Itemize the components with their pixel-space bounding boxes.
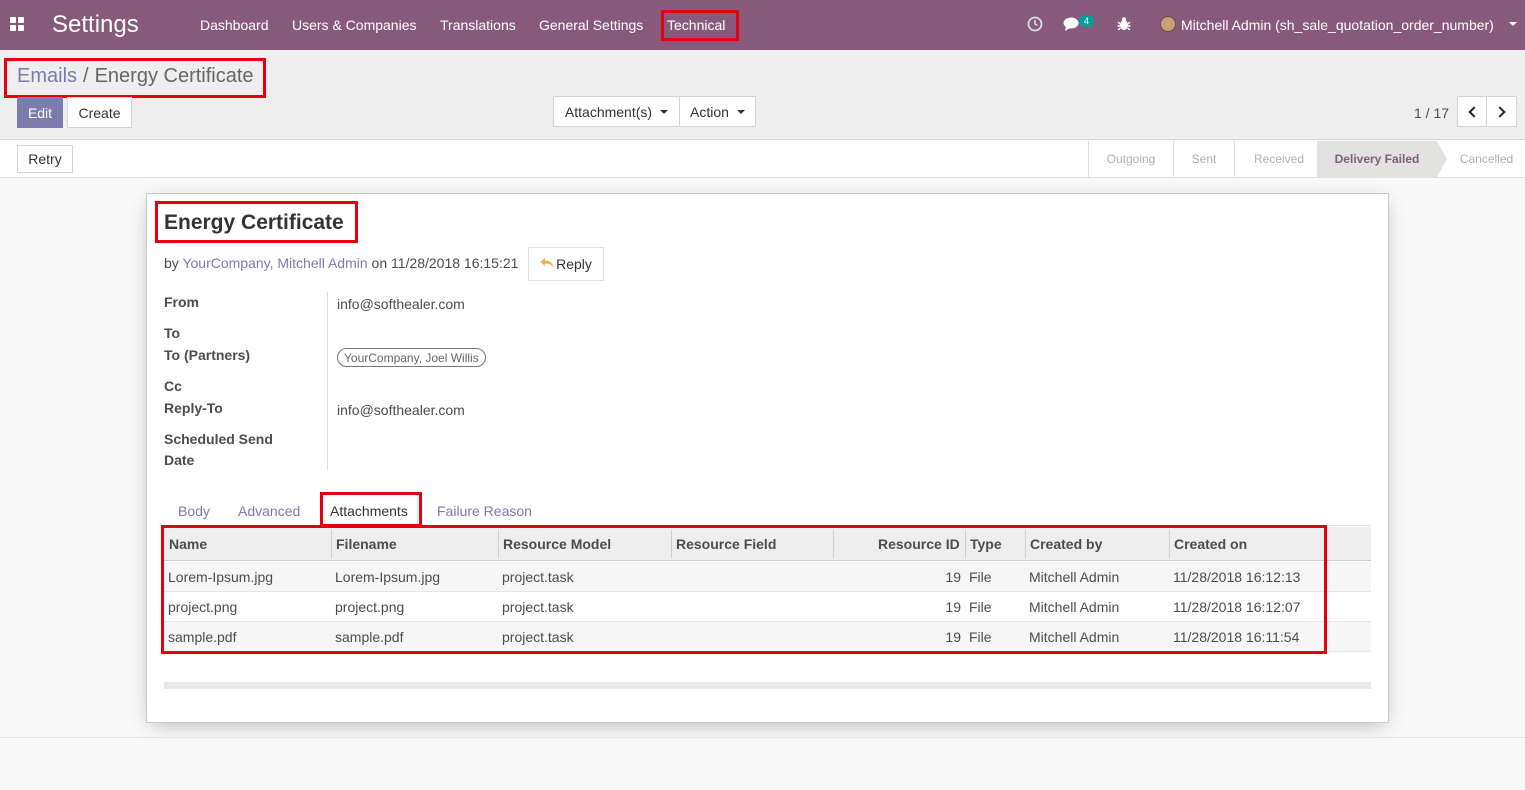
menu-general-settings[interactable]: General Settings xyxy=(539,17,643,33)
caret-down-icon xyxy=(736,109,745,114)
column-header-resource-model[interactable]: Resource Model xyxy=(503,536,611,552)
reply-to-value: info@softhealer.com xyxy=(337,402,465,418)
cell-resource-model: project.task xyxy=(502,629,574,645)
reply-button[interactable]: Reply xyxy=(528,247,604,281)
cell-created-on: 11/28/2018 16:11:54 xyxy=(1173,629,1300,645)
technical-highlight-box xyxy=(661,10,739,41)
cell-type: File xyxy=(969,569,992,585)
status-sent[interactable]: Sent xyxy=(1174,141,1234,177)
status-delivery-failed[interactable]: Delivery Failed xyxy=(1317,141,1437,177)
cell-created-by: Mitchell Admin xyxy=(1029,569,1120,585)
edit-button[interactable]: Edit xyxy=(17,97,63,128)
chevron-left-icon xyxy=(1467,105,1480,118)
user-menu[interactable]: Mitchell Admin (sh_sale_quotation_order_… xyxy=(1181,17,1494,33)
cell-created-by: Mitchell Admin xyxy=(1029,599,1120,615)
column-header-filename[interactable]: Filename xyxy=(336,536,397,552)
column-header-created-on[interactable]: Created on xyxy=(1174,536,1247,552)
action-dropdown-label: Action xyxy=(690,103,729,120)
from-label: From xyxy=(164,294,199,310)
chevron-right-icon xyxy=(1494,105,1506,118)
attachments-table-footer xyxy=(164,682,1371,689)
scheduled-date-label-line2: Date xyxy=(164,452,195,468)
column-header-resource-field[interactable]: Resource Field xyxy=(676,536,776,552)
messages-count-badge: 4 xyxy=(1079,15,1095,27)
pager-value[interactable]: 1 / 17 xyxy=(1414,105,1449,121)
cell-name: Lorem-Ipsum.jpg xyxy=(168,569,274,585)
cell-type: File xyxy=(969,629,992,645)
user-menu-caret-icon[interactable] xyxy=(1509,22,1517,26)
create-button[interactable]: Create xyxy=(67,97,132,128)
status-cancelled[interactable]: Cancelled xyxy=(1448,141,1525,177)
top-navbar: Settings Dashboard Users & Companies Tra… xyxy=(0,0,1525,50)
form-statusbar: Retry Outgoing Sent Received Delivery Fa… xyxy=(0,141,1525,178)
attachments-dropdown[interactable]: Attachment(s) xyxy=(553,96,680,127)
column-header-resource-id[interactable]: Resource ID xyxy=(878,536,960,552)
app-title: Settings xyxy=(52,11,139,38)
cell-filename: sample.pdf xyxy=(335,629,404,645)
menu-users-companies[interactable]: Users & Companies xyxy=(292,17,417,33)
breadcrumb-highlight-box xyxy=(4,58,266,98)
email-subject-title: Energy Certificate xyxy=(164,211,344,234)
cell-resource-id: 19 xyxy=(945,629,961,645)
from-value: info@softhealer.com xyxy=(337,296,465,312)
cell-resource-id: 19 xyxy=(945,599,961,615)
partner-tag[interactable]: YourCompany, Joel Willis xyxy=(337,348,486,367)
cell-type: File xyxy=(969,599,992,615)
pager-previous-button[interactable] xyxy=(1457,96,1487,127)
activity-clock-icon[interactable] xyxy=(1027,16,1043,36)
tab-body[interactable]: Body xyxy=(178,503,210,519)
menu-translations[interactable]: Translations xyxy=(440,17,516,33)
attachments-dropdown-label: Attachment(s) xyxy=(564,103,653,120)
cell-resource-model: project.task xyxy=(502,599,574,615)
debug-bug-icon[interactable] xyxy=(1117,16,1131,36)
scheduled-date-label-line1: Scheduled Send xyxy=(164,431,273,447)
user-avatar[interactable] xyxy=(1160,16,1176,32)
cell-resource-model: project.task xyxy=(502,569,574,585)
cell-created-by: Mitchell Admin xyxy=(1029,629,1120,645)
reply-to-label: Reply-To xyxy=(164,400,223,416)
column-header-type[interactable]: Type xyxy=(970,536,1002,552)
email-date: on 11/28/2018 16:15:21 xyxy=(371,255,519,271)
reply-label: Reply xyxy=(556,256,592,272)
cell-resource-id: 19 xyxy=(945,569,961,585)
cell-created-on: 11/28/2018 16:12:07 xyxy=(1173,599,1301,615)
cell-filename: project.png xyxy=(335,599,405,615)
caret-down-icon xyxy=(660,109,669,114)
retry-button[interactable]: Retry xyxy=(17,145,73,173)
column-header-name[interactable]: Name xyxy=(169,536,207,552)
tab-advanced[interactable]: Advanced xyxy=(238,503,300,519)
status-outgoing[interactable]: Outgoing xyxy=(1089,141,1173,177)
action-dropdown[interactable]: Action xyxy=(679,96,756,127)
to-partners-label: To (Partners) xyxy=(164,347,251,363)
column-header-created-by[interactable]: Created by xyxy=(1030,536,1102,552)
cell-created-on: 11/28/2018 16:12:13 xyxy=(1173,569,1301,585)
author-link[interactable]: YourCompany, Mitchell Admin xyxy=(182,255,367,271)
reply-arrow-icon xyxy=(540,256,554,272)
tab-attachments[interactable]: Attachments xyxy=(330,503,408,519)
tab-failure-reason[interactable]: Failure Reason xyxy=(437,503,532,519)
cell-filename: Lorem-Ipsum.jpg xyxy=(335,569,441,585)
cell-name: project.png xyxy=(168,599,238,615)
apps-menu-icon[interactable] xyxy=(10,17,26,33)
menu-dashboard[interactable]: Dashboard xyxy=(200,17,269,33)
to-label: To xyxy=(164,325,181,341)
status-received[interactable]: Received xyxy=(1235,141,1323,177)
email-byline: by YourCompany, Mitchell Admin on 11/28/… xyxy=(164,255,519,271)
cc-label: Cc xyxy=(164,378,182,394)
pager-next-button[interactable] xyxy=(1486,96,1517,127)
cell-name: sample.pdf xyxy=(168,629,237,645)
control-panel: Emails / Energy Certificate Edit Create At… xyxy=(0,50,1525,140)
